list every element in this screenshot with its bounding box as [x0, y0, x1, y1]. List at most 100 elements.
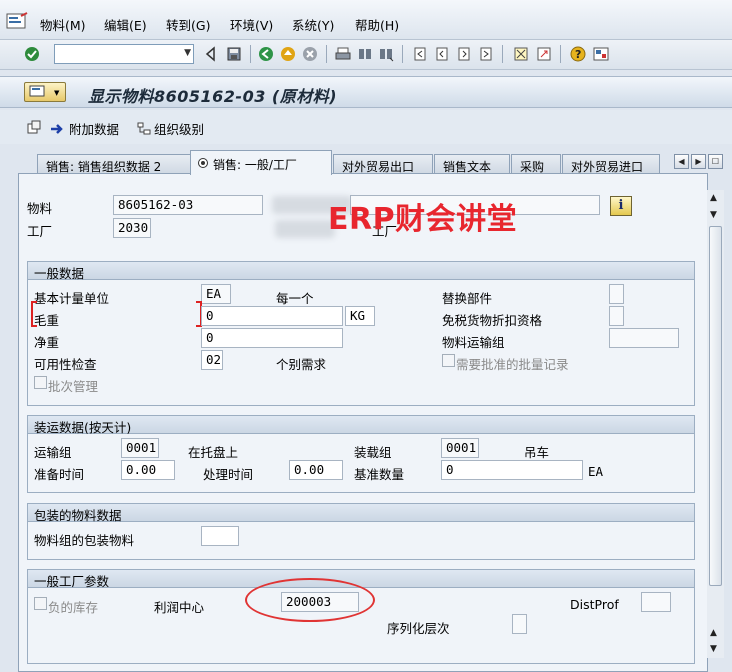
vertical-scrollbar[interactable]: ▲ ▼ ▲ ▼ [707, 190, 724, 658]
find-icon[interactable] [357, 46, 373, 62]
last-page-icon[interactable] [478, 46, 494, 62]
availability-check-text: 个别需求 [276, 357, 327, 372]
toolbar-separator [326, 45, 327, 63]
tab-list-icon[interactable]: ☐ [708, 154, 723, 169]
availability-check-field[interactable]: 02 [201, 350, 223, 370]
transaction-menu-button[interactable]: ▼ [24, 82, 66, 102]
tab-scroll-right-icon[interactable]: ▶ [691, 154, 706, 169]
application-toolbar: 附加数据 组织级别 [0, 110, 732, 144]
distprof-field[interactable] [641, 592, 671, 612]
org-levels-button[interactable]: 组织级别 [137, 119, 204, 138]
scroll-down-step-icon[interactable]: ▼ [710, 644, 717, 654]
menu-goto[interactable]: 转到(G) [166, 15, 210, 34]
menu-system[interactable]: 系统(Y) [292, 15, 334, 34]
first-page-icon[interactable] [412, 46, 428, 62]
approved-batch-checkbox[interactable] [442, 354, 455, 367]
approved-batch-label: 需要批准的批量记录 [456, 357, 569, 372]
plant-field[interactable]: 2030 [113, 218, 151, 238]
processing-time-field[interactable]: 0.00 [289, 460, 343, 480]
duty-free-label: 免税货物折扣资格 [442, 313, 543, 328]
back-nav-icon[interactable] [258, 46, 274, 62]
transport-group-ship-field[interactable]: 0001 [121, 438, 159, 458]
batch-mgmt-checkbox[interactable] [34, 376, 47, 389]
print-icon[interactable] [335, 46, 351, 62]
group-title: 一般数据 [28, 262, 694, 281]
serial-level-field[interactable] [512, 614, 527, 634]
tab-sales-general-plant[interactable]: 销售: 一般/工厂 [190, 150, 332, 175]
help-icon[interactable]: ? [570, 46, 586, 62]
material-label: 物料 [27, 201, 53, 216]
scroll-up-icon[interactable]: ▲ [710, 193, 717, 203]
base-uom-field[interactable]: EA [201, 284, 231, 304]
menu-environment[interactable]: 环境(V) [230, 15, 273, 34]
replacement-part-field[interactable] [609, 284, 624, 304]
gross-weight-field[interactable]: 0 [201, 306, 343, 326]
negative-stock-checkbox[interactable] [34, 597, 47, 610]
menu-material[interactable]: 物料(M) [40, 15, 86, 34]
weight-unit-field[interactable]: KG [345, 306, 375, 326]
profit-center-label: 利润中心 [154, 600, 205, 615]
exit-icon[interactable] [280, 46, 296, 62]
find-next-icon[interactable] [378, 46, 394, 62]
new-session-icon[interactable] [513, 46, 529, 62]
additional-data-label: 附加数据 [69, 122, 120, 137]
title-bar: ▼ 显示物料8605162-03 (原材料) [0, 76, 732, 108]
duty-free-field[interactable] [609, 306, 624, 326]
chevron-down-icon[interactable]: ▼ [184, 48, 191, 58]
prev-page-icon[interactable] [434, 46, 450, 62]
menu-edit[interactable]: 编辑(E) [104, 15, 147, 34]
processing-time-label: 处理时间 [203, 467, 254, 482]
setup-time-field[interactable]: 0.00 [121, 460, 175, 480]
cancel-icon[interactable] [302, 46, 318, 62]
back-icon[interactable] [203, 46, 219, 62]
transport-group-field[interactable] [609, 328, 679, 348]
tab-purchasing[interactable]: 采购 [511, 154, 561, 174]
negative-stock-label: 负的库存 [48, 600, 99, 615]
info-icon[interactable]: i [610, 196, 632, 216]
toolbar-separator [502, 45, 503, 63]
save-icon[interactable] [226, 46, 242, 62]
tab-label: 销售: 销售组织数据 2 [46, 160, 162, 174]
packaging-matgroup-field[interactable] [201, 526, 239, 546]
selected-tab-icon [198, 158, 208, 168]
sap-menu-icon[interactable] [6, 12, 28, 30]
layout-icon[interactable] [593, 46, 609, 62]
page-title: 显示物料8605162-03 (原材料) [88, 87, 338, 106]
scroll-up-step-icon[interactable]: ▼ [710, 210, 717, 220]
tab-strip: 销售: 销售组织数据 2 销售: 一般/工厂 对外贸易出口 销售文本 采购 对外… [0, 150, 732, 175]
scroll-down-icon[interactable]: ▲ [710, 628, 717, 638]
enter-icon[interactable] [24, 46, 40, 62]
base-qty-field[interactable]: 0 [441, 460, 583, 480]
tab-sales-text[interactable]: 销售文本 [434, 154, 510, 174]
scroll-thumb[interactable] [709, 226, 722, 586]
arrow-right-icon [51, 123, 63, 134]
menu-help[interactable]: 帮助(H) [355, 15, 399, 34]
loading-group-text: 吊车 [524, 445, 550, 460]
redacted-plant-name [275, 220, 335, 238]
shortcut-icon[interactable] [536, 46, 552, 62]
standard-toolbar: ▼ ? [0, 40, 732, 70]
tab-label: 对外贸易出口 [342, 160, 415, 174]
next-page-icon[interactable] [456, 46, 472, 62]
other-material-icon[interactable] [26, 119, 42, 135]
chevron-down-icon: ▼ [54, 89, 60, 97]
group-title: 一般工厂参数 [28, 570, 694, 589]
tab-scroll-left-icon[interactable]: ◀ [674, 154, 689, 169]
transport-group-ship-label: 运输组 [34, 445, 72, 460]
plant-label: 工厂 [27, 224, 53, 239]
material-field[interactable]: 8605162-03 [113, 195, 263, 215]
net-weight-label: 净重 [34, 335, 60, 350]
packaging-matgroup-label: 物料组的包装物料 [34, 533, 135, 548]
net-weight-field[interactable]: 0 [201, 328, 343, 348]
tab-sales-org-2[interactable]: 销售: 销售组织数据 2 [37, 154, 191, 174]
loading-group-field[interactable]: 0001 [441, 438, 479, 458]
additional-data-button[interactable]: 附加数据 [50, 119, 119, 138]
general-plant-group: 一般工厂参数 [27, 569, 695, 664]
svg-text:?: ? [575, 48, 581, 61]
distprof-label: DistProf [570, 597, 619, 612]
command-field[interactable]: ▼ [54, 44, 194, 64]
watermark-text: ERP财会讲堂 [328, 202, 518, 237]
base-uom-text: 每一个 [276, 291, 314, 306]
tab-foreign-trade-import[interactable]: 对外贸易进口 [562, 154, 660, 174]
tab-foreign-trade-export[interactable]: 对外贸易出口 [333, 154, 433, 174]
